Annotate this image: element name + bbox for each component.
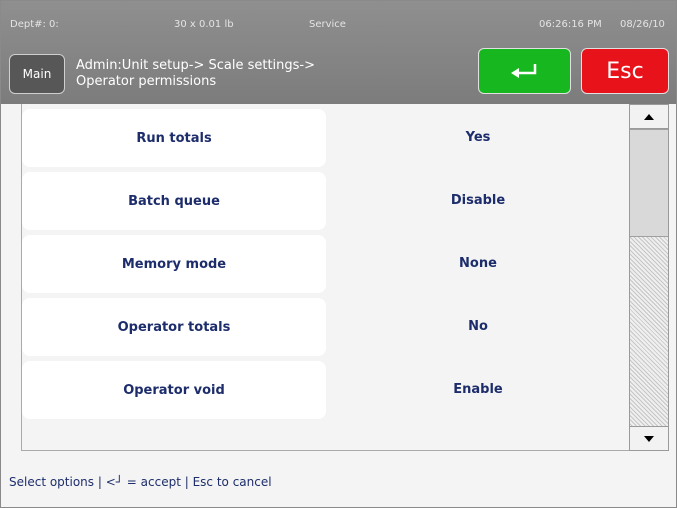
scroll-thumb[interactable] (630, 129, 668, 237)
setting-label[interactable]: Batch queue (22, 172, 326, 230)
setting-label[interactable]: Operator void (22, 361, 326, 419)
clock-time: 06:26:16 PM (539, 19, 602, 30)
clock-date: 08/26/10 (620, 19, 665, 30)
arrow-up-icon (644, 113, 654, 120)
enter-button[interactable] (478, 48, 571, 94)
dept-indicator: Dept#: 0: (10, 19, 59, 30)
breadcrumb: Admin:Unit setup-> Scale settings-> Oper… (76, 58, 315, 90)
setting-value[interactable]: Yes (326, 106, 629, 168)
setting-value[interactable]: No (326, 295, 629, 357)
app-window: Dept#: 0: 30 x 0.01 lb Service 06:26:16 … (0, 0, 677, 508)
scroll-up-button[interactable] (630, 105, 668, 129)
arrow-down-icon (644, 435, 654, 442)
settings-list: Run totals Yes Batch queue Disable Memor… (21, 104, 629, 451)
setting-value[interactable]: None (326, 232, 629, 294)
vertical-scrollbar[interactable] (629, 104, 669, 451)
scale-capacity: 30 x 0.01 lb (174, 19, 234, 30)
enter-icon (510, 64, 536, 78)
footer-bar: Select options | <┘ = accept | Esc to ca… (1, 452, 676, 507)
setting-label[interactable]: Memory mode (22, 235, 326, 293)
setting-row-operator-totals[interactable]: Operator totals No (22, 295, 629, 357)
setting-row-memory-mode[interactable]: Memory mode None (22, 232, 629, 294)
mode-indicator: Service (309, 19, 346, 30)
main-button[interactable]: Main (9, 54, 65, 94)
setting-row-batch-queue[interactable]: Batch queue Disable (22, 169, 629, 231)
breadcrumb-path: Admin:Unit setup-> Scale settings-> (76, 58, 316, 73)
setting-value[interactable]: Enable (326, 358, 629, 420)
setting-row-run-totals[interactable]: Run totals Yes (22, 106, 629, 168)
footer-hint: Select options | <┘ = accept | Esc to ca… (9, 475, 272, 489)
setting-label[interactable]: Run totals (22, 109, 326, 167)
header-bar: Dept#: 0: 30 x 0.01 lb Service 06:26:16 … (1, 1, 676, 104)
scroll-down-button[interactable] (630, 426, 668, 450)
setting-label[interactable]: Operator totals (22, 298, 326, 356)
setting-row-operator-void[interactable]: Operator void Enable (22, 358, 629, 420)
esc-button[interactable]: Esc (581, 48, 669, 94)
setting-value[interactable]: Disable (326, 169, 629, 231)
page-title: Operator permissions (76, 74, 217, 89)
